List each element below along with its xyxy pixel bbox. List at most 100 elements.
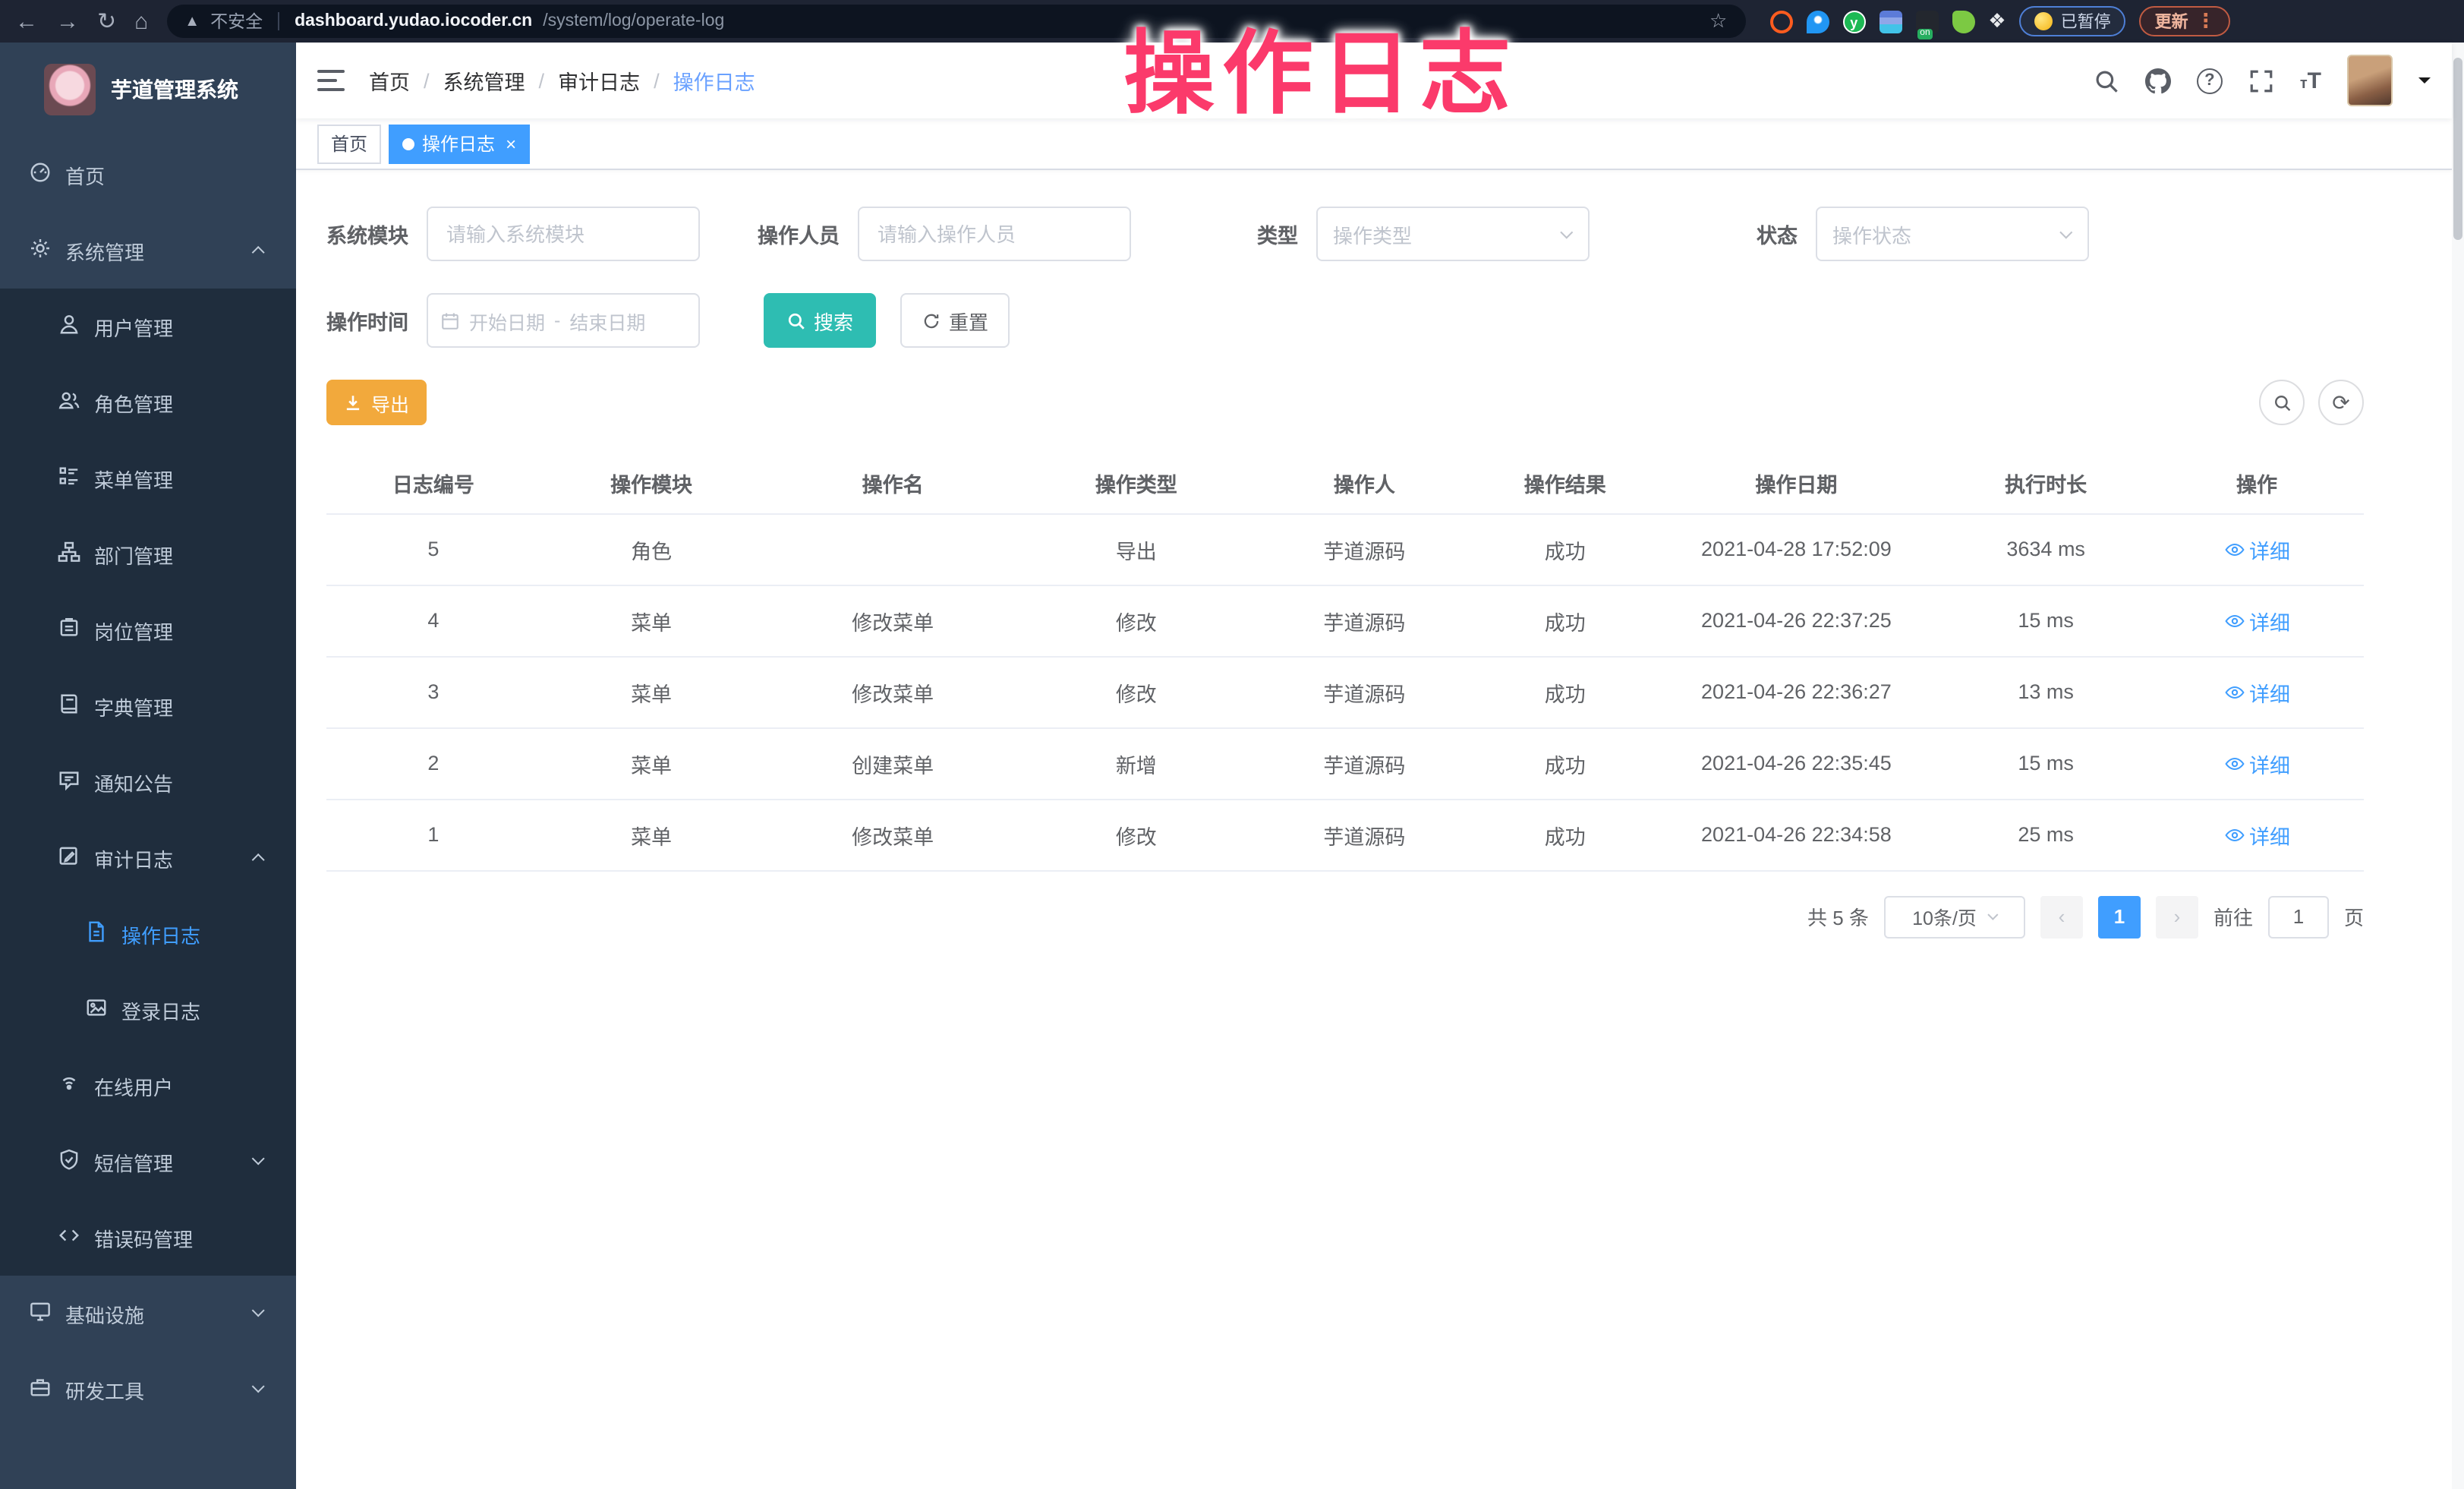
url-host[interactable]: dashboard.yudao.iocoder.cn	[295, 12, 532, 30]
operator-input[interactable]	[858, 207, 1131, 261]
reset-button[interactable]: 重置	[900, 293, 1010, 348]
breadcrumb-audit[interactable]: 审计日志	[558, 65, 640, 96]
detail-link[interactable]: 详细	[2223, 748, 2290, 778]
font-size-icon[interactable]: тT	[2300, 68, 2321, 93]
operator-label: 操作人员	[758, 219, 840, 249]
search-icon	[786, 311, 806, 330]
home-icon[interactable]: ⌂	[134, 10, 148, 33]
dashboard-icon	[29, 161, 52, 188]
book-icon	[58, 692, 80, 720]
security-label[interactable]: 不安全	[210, 9, 263, 33]
forward-icon[interactable]: →	[56, 10, 79, 33]
browser-menu-icon[interactable]: ⋮	[2196, 9, 2216, 33]
wifi-icon	[58, 1072, 80, 1099]
calendar-icon	[440, 311, 460, 330]
col-date: 操作日期	[1651, 453, 1943, 513]
goto-page-input[interactable]	[2268, 895, 2329, 938]
tag-home[interactable]: 首页	[317, 124, 381, 163]
tree-list-icon	[58, 465, 80, 492]
eye-icon	[2223, 538, 2245, 560]
sidebar-item-menus[interactable]: 菜单管理	[0, 440, 296, 516]
scrollbar[interactable]	[2452, 43, 2464, 1489]
sidebar-item-roles[interactable]: 角色管理	[0, 364, 296, 440]
fullscreen-icon[interactable]	[2248, 68, 2274, 93]
sidebar-item-announcements[interactable]: 通知公告	[0, 744, 296, 820]
avatar[interactable]	[2347, 55, 2393, 106]
sidebar-item-operate-log[interactable]: 操作日志	[0, 896, 296, 972]
table-row: 3菜单修改菜单修改芋道源码成功2021-04-26 22:36:2713 ms …	[326, 656, 2364, 727]
sidebar-item-dictionary[interactable]: 字典管理	[0, 668, 296, 744]
extension-leaf-icon[interactable]	[1952, 10, 1974, 33]
export-button[interactable]: 导出	[326, 380, 427, 425]
module-input[interactable]	[427, 207, 700, 261]
sidebar-item-system[interactable]: 系统管理	[0, 213, 296, 289]
gear-icon	[29, 237, 52, 264]
module-label: 系统模块	[326, 219, 408, 249]
search-icon[interactable]	[2094, 68, 2119, 93]
breadcrumb-home[interactable]: 首页	[369, 65, 410, 96]
sidebar-item-home[interactable]: 首页	[0, 137, 296, 213]
breadcrumb-system[interactable]: 系统管理	[443, 65, 525, 96]
extension-orange-icon[interactable]	[1769, 10, 1792, 33]
back-icon[interactable]: ←	[15, 10, 38, 33]
extension-green-icon[interactable]: y	[1842, 10, 1865, 33]
app-logo-row[interactable]: 芋道管理系统	[0, 43, 296, 137]
type-select[interactable]: 操作类型	[1316, 207, 1590, 261]
paused-badge[interactable]: 已暂停	[2020, 6, 2126, 36]
refresh-circle-button[interactable]: ⟳	[2318, 380, 2364, 425]
github-icon[interactable]	[2145, 68, 2171, 93]
detail-link[interactable]: 详细	[2223, 819, 2290, 850]
hamburger-icon[interactable]	[317, 70, 345, 91]
sidebar-item-dev-tools[interactable]: 研发工具	[0, 1352, 296, 1427]
user-icon	[58, 313, 80, 340]
col-operator: 操作人	[1249, 453, 1479, 513]
sidebar-item-error-codes[interactable]: 错误码管理	[0, 1200, 296, 1276]
sidebar-item-online-users[interactable]: 在线用户	[0, 1048, 296, 1124]
status-select[interactable]: 操作状态	[1816, 207, 2089, 261]
extensions-puzzle-icon[interactable]: ❖	[1988, 9, 2006, 33]
extension-pin-icon[interactable]	[1806, 10, 1829, 33]
reload-icon[interactable]: ↻	[97, 10, 116, 33]
detail-link[interactable]: 详细	[2223, 534, 2290, 564]
help-icon[interactable]: ?	[2197, 68, 2223, 93]
chevron-down-icon	[2060, 226, 2072, 238]
sidebar-item-posts[interactable]: 岗位管理	[0, 592, 296, 668]
extension-grid-icon[interactable]	[1879, 10, 1902, 33]
sidebar-item-infrastructure[interactable]: 基础设施	[0, 1276, 296, 1352]
next-page-button[interactable]: ›	[2156, 895, 2198, 938]
annotation-title: 操作日志	[1123, 0, 1518, 132]
table-header-row: 日志编号 操作模块 操作名 操作类型 操作人 操作结果 操作日期 执行时长 操作	[326, 453, 2364, 513]
search-circle-button[interactable]	[2259, 380, 2305, 425]
sidebar-item-login-log[interactable]: 登录日志	[0, 972, 296, 1048]
users-icon	[58, 389, 80, 416]
eye-icon	[2223, 752, 2245, 774]
sidebar-item-departments[interactable]: 部门管理	[0, 516, 296, 592]
current-page[interactable]: 1	[2098, 895, 2141, 938]
system-submenu: 用户管理 角色管理 菜单管理 部门管理 岗位管理 字典管理	[0, 289, 296, 1276]
sidebar-item-sms[interactable]: 短信管理	[0, 1124, 296, 1200]
search-icon	[2272, 393, 2292, 412]
tag-close-icon[interactable]: ×	[506, 133, 516, 154]
bookmark-star-icon[interactable]: ☆	[1709, 9, 1727, 33]
caret-down-icon[interactable]	[2418, 77, 2431, 90]
date-range-picker[interactable]: 开始日期 - 结束日期	[427, 293, 700, 348]
chevron-up-icon	[251, 246, 265, 260]
col-action: 操作	[2150, 453, 2364, 513]
url-path[interactable]: /system/log/operate-log	[543, 12, 724, 30]
edit-log-icon	[58, 844, 80, 872]
extension-switch-icon[interactable]	[1915, 10, 1938, 33]
search-button[interactable]: 搜索	[764, 293, 876, 348]
page-size-select[interactable]: 10条/页	[1884, 895, 2025, 938]
detail-link[interactable]: 详细	[2223, 605, 2290, 636]
table-row: 5角色导出芋道源码成功2021-04-28 17:52:093634 ms 详细	[326, 513, 2364, 585]
scrollbar-thumb[interactable]	[2453, 58, 2462, 240]
tag-operate-log[interactable]: 操作日志 ×	[389, 124, 530, 163]
update-button[interactable]: 更新 ⋮	[2140, 6, 2231, 36]
app-title: 芋道管理系统	[111, 74, 238, 105]
pagination: 共 5 条 10条/页 ‹ 1 › 前往 页	[326, 895, 2364, 938]
detail-link[interactable]: 详细	[2223, 677, 2290, 707]
table-row: 4菜单修改菜单修改芋道源码成功2021-04-26 22:37:2515 ms …	[326, 585, 2364, 656]
prev-page-button[interactable]: ‹	[2040, 895, 2083, 938]
sidebar-item-users[interactable]: 用户管理	[0, 289, 296, 364]
sidebar-item-audit-log[interactable]: 审计日志	[0, 820, 296, 896]
